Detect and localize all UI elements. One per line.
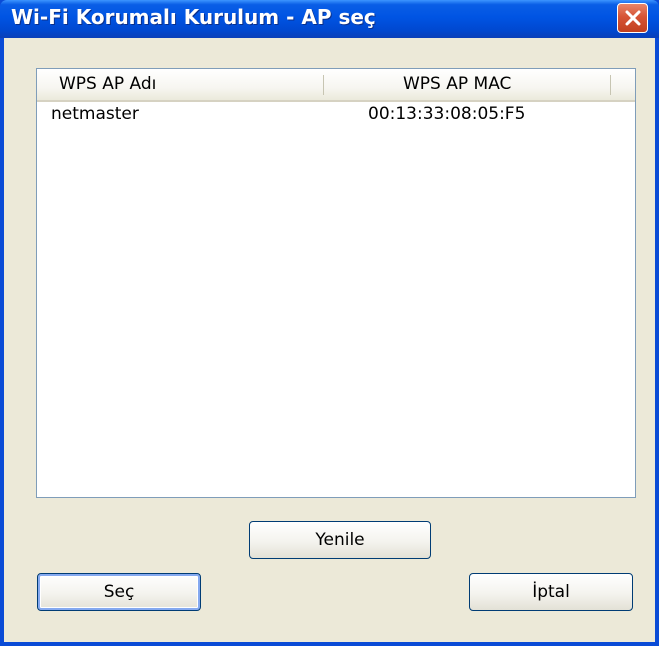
column-header-ap-name[interactable]: WPS AP Adı	[59, 69, 156, 100]
cell-ap-name: netmaster	[51, 104, 139, 124]
title-bar[interactable]: Wi-Fi Korumalı Kurulum - AP seç	[0, 0, 659, 38]
close-button[interactable]	[617, 3, 648, 33]
column-separator[interactable]	[610, 75, 611, 95]
cell-ap-mac: 00:13:33:08:05:F5	[368, 104, 526, 124]
column-header-ap-mac[interactable]: WPS AP MAC	[403, 69, 511, 100]
ap-list[interactable]: WPS AP Adı WPS AP MAC netmaster 00:13:33…	[36, 68, 636, 498]
refresh-button[interactable]: Yenile	[249, 521, 431, 559]
close-icon	[625, 10, 641, 26]
cancel-button[interactable]: İptal	[469, 573, 633, 611]
window-title: Wi-Fi Korumalı Kurulum - AP seç	[11, 5, 376, 29]
dialog-window: Wi-Fi Korumalı Kurulum - AP seç WPS AP A…	[0, 0, 659, 646]
list-header: WPS AP Adı WPS AP MAC	[37, 69, 635, 102]
select-button[interactable]: Seç	[37, 573, 201, 611]
dialog-body: WPS AP Adı WPS AP MAC netmaster 00:13:33…	[4, 38, 655, 642]
column-separator[interactable]	[323, 75, 324, 95]
list-row[interactable]: netmaster 00:13:33:08:05:F5	[37, 102, 635, 126]
